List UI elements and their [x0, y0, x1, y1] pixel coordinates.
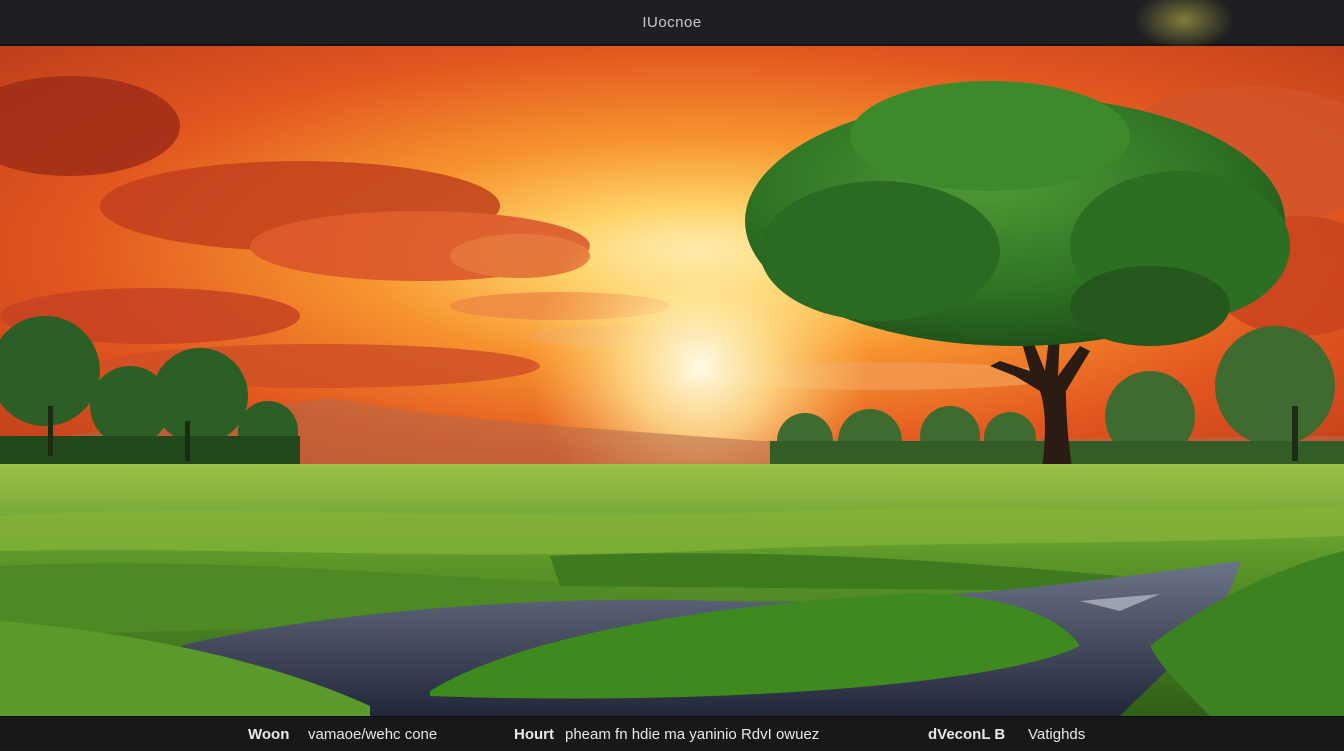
- window-title: IUocnoe: [642, 13, 702, 31]
- status-bar: Woon vamaoe/wehc cone Hourt pheam fn hdi…: [0, 716, 1344, 751]
- footer-item1-text: vamaoe/wehc cone: [308, 726, 438, 743]
- title-bar: IUocnoe: [0, 0, 1344, 50]
- image-viewport: [0, 46, 1344, 716]
- landscape-image: [0, 46, 1344, 716]
- footer-item2-text: pheam fn hdie ma yaninio RdvI owuez: [565, 726, 820, 743]
- footer-item3-text: Vatighds: [1028, 726, 1086, 743]
- footer-item1-label: Woon: [248, 726, 290, 743]
- title-glow-decoration: [1134, 0, 1234, 50]
- footer-item3-label: dVeconL B: [928, 726, 1006, 743]
- footer-item2-label: Hourt: [514, 726, 554, 743]
